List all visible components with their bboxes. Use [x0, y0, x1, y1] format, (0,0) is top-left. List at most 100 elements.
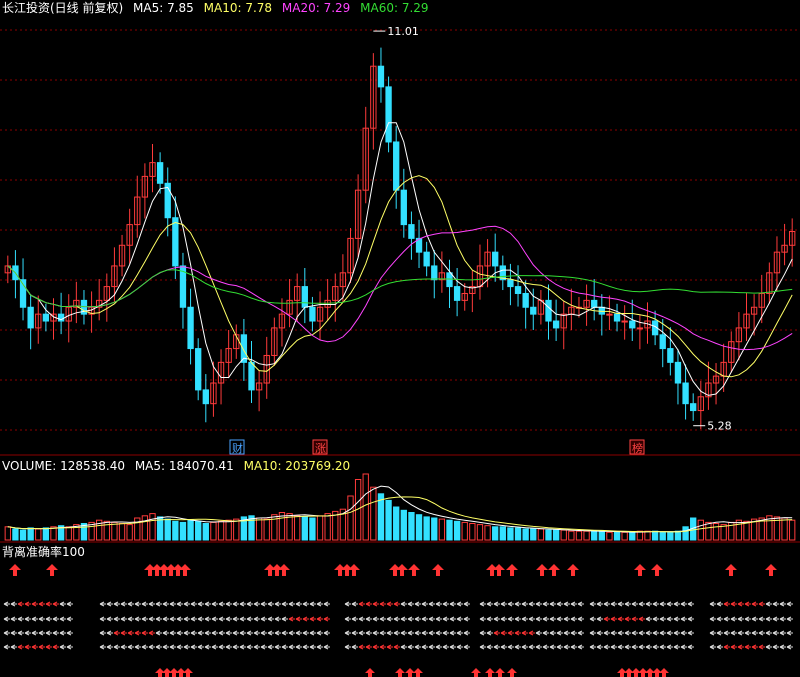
signal-arrow-left — [204, 601, 211, 607]
volume-bar — [42, 527, 50, 541]
candle-body — [545, 299, 552, 322]
signal-arrow-left — [288, 616, 295, 622]
signal-arrow-left — [31, 616, 38, 622]
signal-arrow-left — [610, 644, 617, 650]
signal-arrow-left — [344, 601, 351, 607]
volume-bar — [111, 521, 118, 541]
signal-arrow-left — [323, 601, 330, 607]
signal-arrow-left — [379, 601, 386, 607]
volume-bar — [606, 531, 613, 541]
ma5-label: MA5: 7.85 — [133, 1, 194, 15]
signal-arrow-left — [113, 616, 120, 622]
volume-ma5-line — [7, 485, 793, 533]
signal-arrow-left — [17, 616, 24, 622]
signal-arrow-left — [253, 644, 260, 650]
signal-arrow-left — [281, 601, 288, 607]
signal-arrow-left — [617, 630, 624, 636]
signal-arrow-left — [428, 644, 435, 650]
signal-arrow-left — [24, 616, 31, 622]
signal-arrow-left — [652, 630, 659, 636]
volume-bar — [446, 519, 453, 541]
signal-arrow-left — [295, 601, 302, 607]
signal-arrow-left — [59, 644, 66, 650]
volume-bar — [385, 499, 392, 541]
signal-arrow-left — [737, 601, 744, 607]
signal-arrow-left — [765, 601, 772, 607]
signal-arrow-left — [449, 601, 456, 607]
signal-arrow-left — [723, 601, 730, 607]
signal-arrow-left — [274, 601, 281, 607]
signal-arrow-left — [211, 630, 218, 636]
signal-arrow-left — [486, 616, 493, 622]
signal-arrow-left — [66, 616, 73, 622]
volume-bar — [141, 515, 149, 541]
signal-arrow-left — [351, 601, 358, 607]
signal-arrow-left — [183, 616, 190, 622]
volume-header: VOLUME: 128538.40 MA5: 184070.41 MA10: 2… — [2, 459, 356, 473]
signal-arrow-left — [507, 616, 514, 622]
signal-arrow-left — [521, 644, 528, 650]
signal-arrow-left — [730, 644, 737, 650]
signal-arrow-left — [603, 601, 610, 607]
signal-arrow-left — [765, 616, 772, 622]
volume-bar — [27, 527, 34, 541]
signal-arrow-left — [786, 644, 793, 650]
signal-arrow-left — [577, 616, 584, 622]
signal-arrow-left — [267, 601, 274, 607]
signal-arrow-left — [155, 616, 162, 622]
signal-arrow-left — [274, 616, 281, 622]
signal-arrow-up — [365, 668, 375, 677]
signal-arrow-left — [309, 644, 316, 650]
stock-chart: 11.01 5.28 财 涨 榜 — [0, 25, 800, 677]
signal-arrow-left — [134, 630, 141, 636]
signal-arrow-left — [709, 630, 716, 636]
signal-arrow-left — [723, 616, 730, 622]
signal-arrow-left — [709, 644, 716, 650]
volume-bar — [309, 517, 316, 541]
candle-body — [301, 286, 308, 308]
signal-arrow-left — [17, 601, 24, 607]
signal-arrow-left — [358, 630, 365, 636]
signal-arrow-left — [779, 644, 786, 650]
signal-arrow-left — [577, 644, 584, 650]
signal-arrow-left — [449, 630, 456, 636]
signal-arrow-left — [302, 601, 309, 607]
signal-arrow-left — [521, 630, 528, 636]
signal-arrow-left — [442, 630, 449, 636]
signal-arrow-left — [666, 630, 673, 636]
signal-arrow-left — [645, 644, 652, 650]
signal-arrow-left — [176, 630, 183, 636]
price-title: 长江投资(日线 前复权) — [2, 1, 124, 15]
signal-arrow-left — [486, 644, 493, 650]
signal-arrow-left — [645, 601, 652, 607]
signal-arrow-left — [751, 616, 758, 622]
signal-arrow-left — [737, 630, 744, 636]
signal-arrow-left — [190, 616, 197, 622]
signal-arrow-left — [316, 616, 323, 622]
signal-arrow-left — [197, 644, 204, 650]
signal-arrow-left — [190, 630, 197, 636]
signal-arrow-left — [786, 616, 793, 622]
signal-arrow-left — [673, 601, 680, 607]
volume-bar — [118, 523, 126, 541]
volume-bar — [560, 529, 567, 541]
candle-body — [156, 162, 164, 184]
signal-arrow-left — [232, 616, 239, 622]
signal-arrow-left — [456, 601, 463, 607]
signal-arrow-left — [563, 616, 570, 622]
candle-body — [674, 361, 682, 384]
ma5-line — [7, 122, 793, 396]
signal-arrow-left — [631, 616, 638, 622]
signal-arrow-left — [246, 644, 253, 650]
signal-arrow-left — [528, 630, 535, 636]
volume-bar — [461, 521, 468, 541]
signal-arrow-left — [148, 601, 155, 607]
volume-bar — [621, 531, 628, 541]
volume-bar — [263, 518, 270, 541]
signal-arrow-left — [288, 630, 295, 636]
signal-arrow-left — [197, 601, 204, 607]
volume-bar — [682, 526, 689, 541]
signal-arrow-left — [723, 630, 730, 636]
volume-bar — [65, 526, 72, 541]
signal-arrow-left — [596, 601, 603, 607]
